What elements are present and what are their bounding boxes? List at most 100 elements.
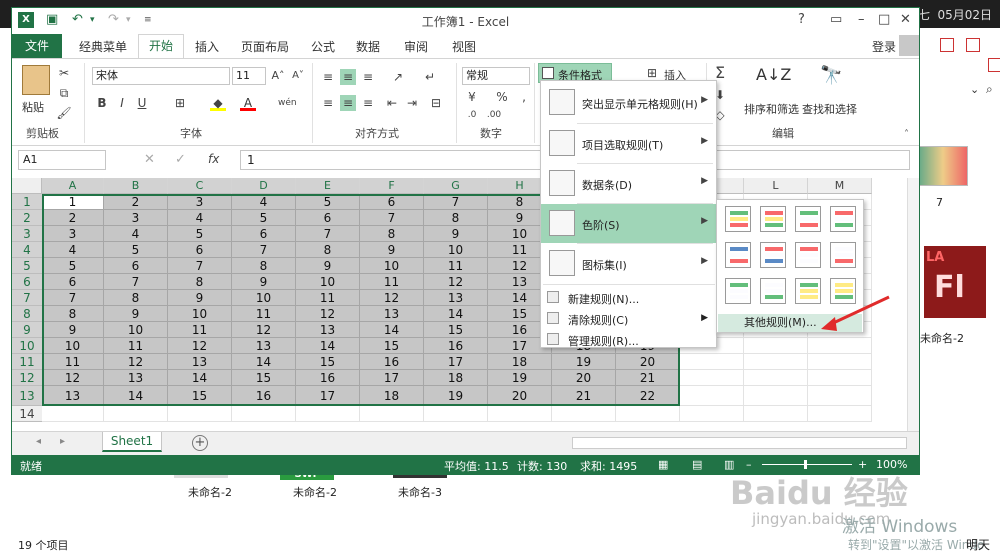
table-cell[interactable]: 12 xyxy=(360,290,424,306)
table-cell[interactable]: 12 xyxy=(42,370,104,386)
empty-cell[interactable] xyxy=(808,386,872,406)
cf-data-bars[interactable]: 数据条(D) ▶ xyxy=(541,164,716,203)
phonetic-icon[interactable]: wén xyxy=(278,95,297,111)
avatar[interactable] xyxy=(899,35,919,56)
empty-cell[interactable] xyxy=(488,406,552,422)
table-cell[interactable]: 6 xyxy=(360,194,424,210)
table-cell[interactable]: 8 xyxy=(360,226,424,242)
row-header[interactable]: 12 xyxy=(12,370,42,386)
align-middle-icon[interactable]: ≡ xyxy=(340,69,356,85)
table-cell[interactable]: 17 xyxy=(424,354,488,370)
cf-highlight-rules[interactable]: 突出显示单元格规则(H) ▶ xyxy=(541,83,716,122)
insert-function-icon[interactable]: fx xyxy=(208,152,219,166)
cancel-icon[interactable]: ✕ xyxy=(144,152,155,167)
table-cell[interactable]: 18 xyxy=(360,386,424,406)
column-header[interactable]: M xyxy=(808,178,872,194)
table-cell[interactable]: 9 xyxy=(360,242,424,258)
fill-color-icon[interactable]: ◆ xyxy=(210,95,226,111)
table-cell[interactable]: 12 xyxy=(232,322,296,338)
table-cell[interactable]: 7 xyxy=(232,242,296,258)
comma-icon[interactable]: , xyxy=(516,89,532,105)
horizontal-scrollbar[interactable] xyxy=(572,437,907,449)
table-cell[interactable]: 15 xyxy=(360,338,424,354)
empty-cell[interactable] xyxy=(296,406,360,422)
table-cell[interactable]: 21 xyxy=(552,386,616,406)
tab-file[interactable]: 文件 xyxy=(12,34,62,58)
table-cell[interactable]: 8 xyxy=(232,258,296,274)
table-cell[interactable]: 4 xyxy=(232,194,296,210)
row-header[interactable]: 13 xyxy=(12,386,42,406)
table-cell[interactable]: 21 xyxy=(616,370,680,386)
cf-clear-rules[interactable]: 清除规则(C) ▶ xyxy=(541,308,716,329)
table-cell[interactable]: 11 xyxy=(360,274,424,290)
font-size-select[interactable]: 11 xyxy=(232,67,266,85)
color-scale-swatch[interactable] xyxy=(760,242,786,268)
table-cell[interactable]: 12 xyxy=(296,306,360,322)
name-box[interactable]: A1 xyxy=(18,150,106,170)
enter-icon[interactable]: ✓ xyxy=(175,152,186,167)
align-center-icon[interactable]: ≡ xyxy=(340,95,356,111)
row-header[interactable]: 9 xyxy=(12,322,42,338)
find-select-button[interactable]: 查找和选择 xyxy=(802,101,857,117)
empty-cell[interactable] xyxy=(552,406,616,422)
align-top-icon[interactable]: ≡ xyxy=(320,69,336,85)
explorer-maximize-icon[interactable] xyxy=(966,38,980,52)
cf-manage-rules[interactable]: 管理规则(R)... xyxy=(541,329,716,350)
table-cell[interactable]: 8 xyxy=(296,242,360,258)
table-cell[interactable]: 19 xyxy=(424,386,488,406)
table-cell[interactable]: 14 xyxy=(232,354,296,370)
number-format-select[interactable]: 常规 xyxy=(462,67,530,85)
empty-cell[interactable] xyxy=(232,406,296,422)
table-cell[interactable]: 20 xyxy=(488,386,552,406)
table-cell[interactable]: 19 xyxy=(552,354,616,370)
table-cell[interactable]: 5 xyxy=(42,258,104,274)
tab-classic-menu[interactable]: 经典菜单 xyxy=(79,38,127,55)
percent-button[interactable]: % xyxy=(494,89,510,105)
table-cell[interactable]: 10 xyxy=(42,338,104,354)
table-cell[interactable]: 3 xyxy=(168,194,232,210)
sort-filter-button[interactable]: 排序和筛选 xyxy=(744,101,799,117)
zoom-slider-thumb[interactable] xyxy=(804,460,807,469)
table-cell[interactable]: 4 xyxy=(104,226,168,242)
table-cell[interactable]: 14 xyxy=(168,370,232,386)
sort-filter-icon[interactable]: A↓Z xyxy=(756,65,791,84)
table-cell[interactable]: 17 xyxy=(360,370,424,386)
table-cell[interactable]: 1 xyxy=(42,194,104,210)
select-all-corner[interactable] xyxy=(12,178,42,194)
grow-font-icon[interactable]: A˄ xyxy=(270,68,286,84)
orientation-icon[interactable]: ↗ xyxy=(390,69,406,85)
table-cell[interactable]: 10 xyxy=(168,306,232,322)
table-cell[interactable]: 7 xyxy=(424,194,488,210)
empty-cell[interactable] xyxy=(104,406,168,422)
table-cell[interactable]: 7 xyxy=(42,290,104,306)
column-header[interactable]: F xyxy=(360,178,424,194)
column-header[interactable]: L xyxy=(744,178,808,194)
table-cell[interactable]: 16 xyxy=(424,338,488,354)
row-header[interactable]: 14 xyxy=(12,406,42,422)
color-scale-swatch[interactable] xyxy=(725,242,751,268)
zoom-out-icon[interactable]: – xyxy=(746,458,752,471)
table-cell[interactable]: 7 xyxy=(104,274,168,290)
table-cell[interactable]: 12 xyxy=(104,354,168,370)
table-cell[interactable]: 10 xyxy=(232,290,296,306)
empty-cell[interactable] xyxy=(808,354,872,370)
table-cell[interactable]: 9 xyxy=(104,306,168,322)
table-cell[interactable]: 2 xyxy=(104,194,168,210)
row-header[interactable]: 3 xyxy=(12,226,42,242)
color-scale-swatch[interactable] xyxy=(725,278,751,304)
table-cell[interactable]: 2 xyxy=(42,210,104,226)
page-break-view-icon[interactable]: ▥ xyxy=(724,458,734,471)
table-cell[interactable]: 12 xyxy=(424,274,488,290)
flash-file-icon[interactable]: LA Fl xyxy=(924,246,986,318)
empty-cell[interactable] xyxy=(680,386,744,406)
explorer-chevron-icon[interactable]: ⌄ xyxy=(970,83,979,96)
help-button[interactable]: ? xyxy=(798,12,805,27)
table-cell[interactable]: 16 xyxy=(360,354,424,370)
row-header[interactable]: 2 xyxy=(12,210,42,226)
table-cell[interactable]: 7 xyxy=(168,258,232,274)
table-cell[interactable]: 7 xyxy=(360,210,424,226)
table-cell[interactable]: 9 xyxy=(42,322,104,338)
column-header[interactable]: C xyxy=(168,178,232,194)
bold-button[interactable]: B xyxy=(94,95,110,111)
tab-review[interactable]: 审阅 xyxy=(404,38,428,55)
